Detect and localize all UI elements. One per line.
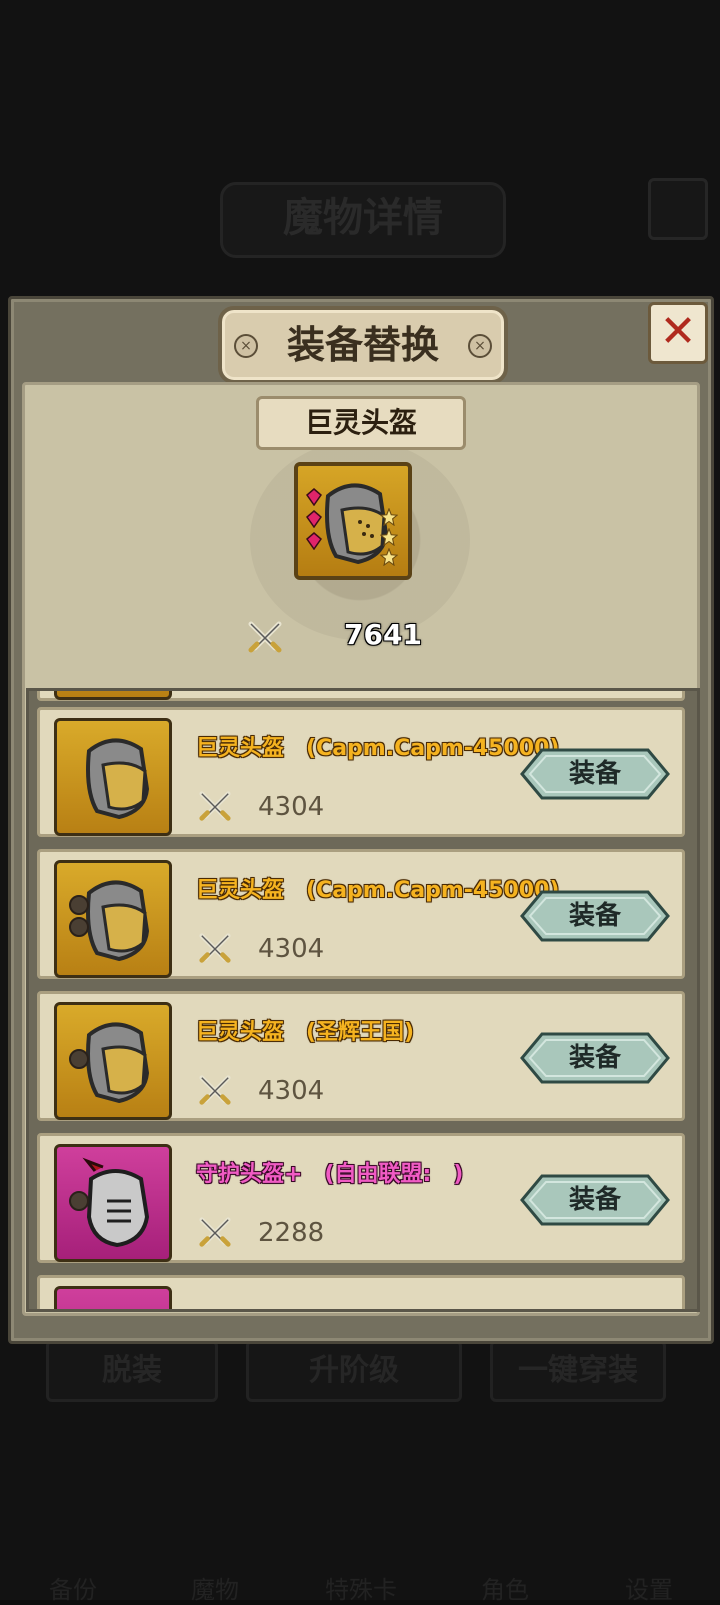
crossed-swords-icon <box>199 933 231 963</box>
star-icon <box>380 548 398 566</box>
background-unequip-button: 脱装 <box>46 1340 218 1402</box>
equip-button-label: 装备 <box>568 901 621 931</box>
bolt-icon: × <box>468 334 492 358</box>
gem-icon <box>306 532 322 550</box>
item-icon[interactable] <box>54 1002 172 1120</box>
background-title: 魔物详情 <box>220 182 506 258</box>
equip-button-label: 装备 <box>568 759 621 789</box>
socket-icon <box>69 1191 89 1211</box>
equip-button-label: 装备 <box>568 1043 621 1073</box>
equip-button[interactable]: 装备 <box>520 1174 670 1226</box>
item-name: 守护头盔+ (自由联盟: ) <box>196 1162 464 1187</box>
dialog-title: 装备替换 <box>286 323 439 367</box>
helmet-icon <box>86 738 150 820</box>
crossed-swords-icon <box>199 791 231 821</box>
background-upgrade-button: 升阶级 <box>246 1340 462 1402</box>
list-item[interactable]: 守护头盔+ (自由联盟: ) 2288 装备 <box>37 1133 685 1263</box>
item-power: 4304 <box>258 1076 325 1106</box>
crossed-swords-icon <box>248 621 282 653</box>
crossed-swords-icon <box>199 1075 231 1105</box>
item-power: 4304 <box>258 792 325 822</box>
list-item[interactable]: 巨灵头盔 (Capm.Capm-45000) 4304 装备 <box>37 707 685 837</box>
list-item-partial <box>37 691 685 701</box>
item-power: 4304 <box>258 934 325 964</box>
equip-button[interactable]: 装备 <box>520 1032 670 1084</box>
current-item-name-plate: 巨灵头盔 <box>256 396 466 450</box>
equip-button[interactable]: 装备 <box>520 748 670 800</box>
socket-icon <box>69 895 89 915</box>
star-icon <box>380 508 398 526</box>
star-icon <box>380 528 398 546</box>
close-x-icon: ✕ <box>659 306 697 357</box>
item-icon[interactable] <box>54 1144 172 1262</box>
background-close-button <box>648 178 708 240</box>
item-icon[interactable] <box>54 718 172 836</box>
crossed-swords-icon <box>199 1217 231 1247</box>
equipment-list[interactable]: 巨灵头盔 (Capm.Capm-45000) 4304 装备 巨灵头盔 (Cap… <box>26 688 700 1312</box>
socket-icon <box>69 917 89 937</box>
dialog-title-plate: × 装备替换 × <box>218 306 508 384</box>
item-icon <box>54 1286 172 1309</box>
item-power: 2288 <box>258 1218 325 1248</box>
equip-button[interactable]: 装备 <box>520 890 670 942</box>
list-item[interactable]: 巨灵头盔 (圣辉王国) 4304 装备 <box>37 991 685 1121</box>
gem-icon <box>306 488 322 506</box>
current-item-icon[interactable] <box>294 462 412 580</box>
list-item-partial <box>37 1275 685 1309</box>
equip-button-label: 装备 <box>568 1185 621 1215</box>
gem-icon <box>306 510 322 528</box>
item-icon[interactable] <box>54 860 172 978</box>
item-name: 巨灵头盔 (Capm.Capm-45000) <box>196 878 560 903</box>
close-button[interactable]: ✕ <box>648 302 708 364</box>
socket-icon <box>69 1049 89 1069</box>
item-name: 巨灵头盔 (Capm.Capm-45000) <box>196 736 560 761</box>
current-item-name: 巨灵头盔 <box>304 406 417 439</box>
current-item-power: 7641 <box>344 618 422 651</box>
item-icon <box>54 691 172 700</box>
item-name: 巨灵头盔 (圣辉王国) <box>196 1020 415 1045</box>
background-auto-equip-button: 一键穿装 <box>490 1340 666 1402</box>
list-item[interactable]: 巨灵头盔 (Capm.Capm-45000) 4304 装备 <box>37 849 685 979</box>
